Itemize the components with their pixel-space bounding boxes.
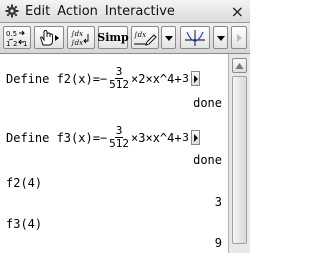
integral-edit-button[interactable]: ∫dx [131,26,159,49]
menu-bar: Edit Action Interactive × [0,0,250,23]
simplify-label: Simp [97,31,129,44]
fraction-decimal-toggle-button[interactable]: 0.5 1 2 1 [3,26,31,49]
svg-text:1: 1 [6,40,10,48]
main-work-area[interactable]: Define f2(x)=− 3 512 ×2×x^4+ 3 done Defi… [0,54,228,253]
fraction: 3 512 [108,66,130,91]
graph-dropdown-button[interactable] [213,26,228,49]
svg-text:∫dx: ∫dx [71,39,83,47]
integral-dropdown-button[interactable] [161,26,176,49]
clipped-numerator: 3 [182,72,189,85]
input-suffix: ×3×x^4+ [131,130,182,145]
input-line-1[interactable]: Define f2(x)=− 3 512 ×2×x^4+ 3 [6,66,200,91]
input-line-3[interactable]: f2(4) [6,176,42,190]
output-result-2: done [193,153,222,167]
input-line-4[interactable]: f3(4) [6,217,42,231]
input-suffix: ×2×x^4+ [131,71,182,86]
output-result-1: done [193,96,222,110]
menu-action[interactable]: Action [57,4,98,19]
expand-right-arrow-icon[interactable] [190,71,200,86]
svg-text:2: 2 [13,40,17,48]
clipped-fraction: 3 [183,132,189,144]
input-prefix: Define f2(x)=− [6,71,108,86]
hand-drag-button[interactable] [34,26,64,49]
menu-edit[interactable]: Edit [25,4,50,19]
clipped-fraction: 3 [183,73,189,85]
svg-text:0.5: 0.5 [6,30,17,38]
scrollbar-thumb[interactable] [232,76,247,244]
input-line-2[interactable]: Define f3(x)=− 3 512 ×3×x^4+ 3 [6,125,200,150]
svg-text:∫dx: ∫dx [134,31,146,39]
toolbar: 0.5 1 2 1 ∫dx ∫dx Simp ∫dx [0,23,250,54]
vertical-scrollbar[interactable] [228,54,250,253]
menu-interactive[interactable]: Interactive [105,4,175,19]
input-expression: f3(4) [6,217,43,231]
simplify-button[interactable]: Simp [97,26,129,49]
graph-button[interactable] [180,26,210,49]
svg-text:∫dx: ∫dx [71,30,83,38]
output-result-4: 9 [214,236,222,250]
scroll-up-arrow-icon[interactable] [232,58,247,73]
gear-icon[interactable] [5,4,19,18]
fraction: 3 512 [108,125,130,150]
toolbar-scroll-right-button[interactable] [231,26,247,49]
output-result-3: 3 [214,195,222,209]
input-expression: f2(4) [6,176,43,190]
close-icon[interactable]: × [231,2,244,21]
svg-text:1: 1 [23,40,27,48]
input-prefix: Define f3(x)=− [6,130,108,145]
fraction-denominator: 512 [109,137,130,150]
clipped-numerator: 3 [182,131,189,144]
fraction-denominator: 512 [109,78,130,91]
integral-solve-button[interactable]: ∫dx ∫dx [67,26,95,49]
expand-right-arrow-icon[interactable] [190,130,200,145]
